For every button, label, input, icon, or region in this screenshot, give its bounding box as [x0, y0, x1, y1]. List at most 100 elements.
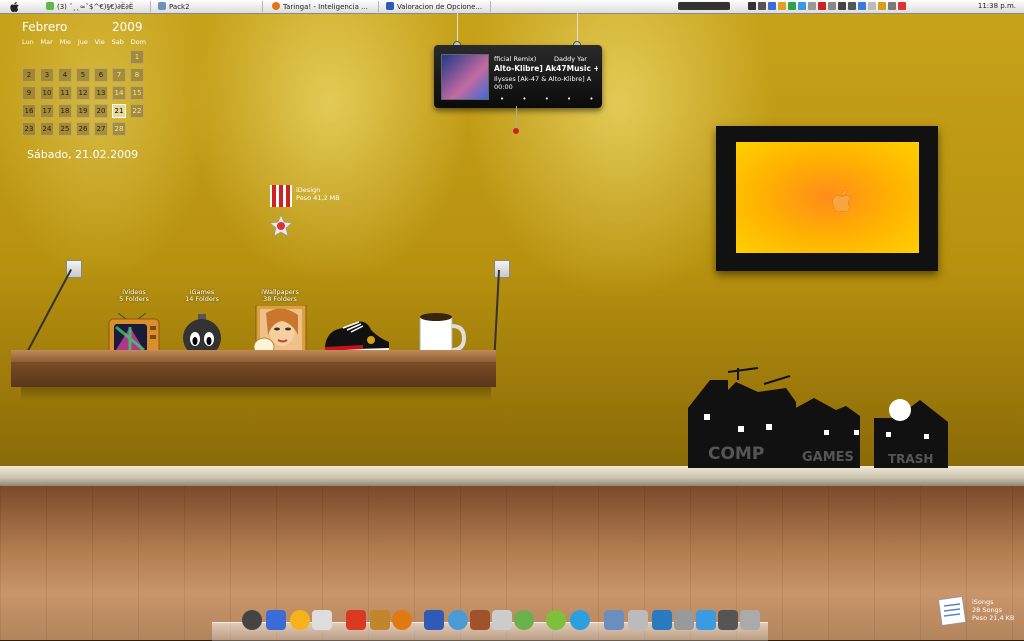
taskbar-tab-valoracion[interactable]: Valoracion de Opcione...: [386, 2, 482, 11]
weekday-label: Mie: [59, 38, 72, 46]
trash-shortcut[interactable]: TRASH: [888, 452, 933, 466]
calendar-day[interactable]: 4: [58, 68, 72, 82]
calendar-day[interactable]: 28: [112, 122, 126, 136]
text-edit-icon[interactable]: [628, 610, 648, 630]
calendar-day[interactable]: 17: [40, 104, 54, 118]
search-icon: [888, 2, 896, 10]
calendar-day[interactable]: 19: [76, 104, 90, 118]
track-album: Ilysses [Ak-47 & Alto-Klibre] A: [494, 75, 592, 83]
separator: [262, 1, 263, 12]
home-icon[interactable]: [492, 610, 512, 630]
games-shortcut[interactable]: GAMES: [802, 450, 854, 465]
calendar-day[interactable]: 26: [76, 122, 90, 136]
baseboard: [0, 466, 1024, 486]
paint-icon[interactable]: [604, 610, 624, 630]
ivideos-label: iVideos 5 Folders: [119, 288, 149, 303]
shelf-front: [11, 362, 496, 387]
opera-icon: [898, 2, 906, 10]
calendar-day[interactable]: 12: [76, 86, 90, 100]
menubar-clock[interactable]: 11:38 p.m.: [978, 2, 1016, 10]
wrench-icon: [878, 2, 886, 10]
media-controls[interactable]: [678, 2, 732, 11]
weekday-label: Sab: [111, 38, 124, 46]
isongs-file[interactable]: [938, 594, 968, 626]
separator: [490, 1, 491, 12]
calendar-day[interactable]: 5: [76, 68, 90, 82]
globe-icon[interactable]: [448, 610, 468, 630]
shelf-shadow: [21, 387, 491, 401]
taskbar-tab-messenger[interactable]: (3) ˇ˛˛≈ˇ$^€)§€)∂Ë∂Ë: [46, 2, 133, 11]
trash-icon[interactable]: [740, 610, 760, 630]
folder-icon[interactable]: [696, 610, 716, 630]
calendar-day[interactable]: 6: [94, 68, 108, 82]
messenger-icon: [46, 2, 54, 10]
calendar-day[interactable]: 22: [130, 104, 144, 118]
calendar-day[interactable]: 7: [112, 68, 126, 82]
mail-icon[interactable]: [424, 610, 444, 630]
wall-shelf: [11, 350, 496, 401]
calendar-day[interactable]: 18: [58, 104, 72, 118]
firefox-icon[interactable]: [392, 610, 412, 630]
isongs-label: iSongs 28 Songs Peso 21,4 KB: [972, 598, 1015, 622]
power-outlet: [494, 260, 510, 278]
earth-icon[interactable]: [514, 610, 534, 630]
messenger-tray-icon: [858, 2, 866, 10]
calendar-year: 2009: [112, 20, 143, 34]
calendar-day[interactable]: 3: [40, 68, 54, 82]
weekday-label: Jue: [77, 38, 88, 46]
calendar-day[interactable]: 20: [94, 104, 108, 118]
calendar-day[interactable]: 13: [94, 86, 108, 100]
calendar-day[interactable]: 1: [130, 50, 144, 64]
calendar-day[interactable]: 25: [58, 122, 72, 136]
calendar-day[interactable]: 15: [130, 86, 144, 100]
taskbar-tab-pack2[interactable]: Pack2: [158, 2, 190, 11]
calendar-day[interactable]: 8: [130, 68, 144, 82]
update-icon: [788, 2, 796, 10]
weekday-label: Mar: [40, 38, 53, 46]
itunes-widget[interactable]: fficial Remix) Daddy Yar Alto-Klibre] Ak4…: [434, 45, 602, 108]
calendar-day[interactable]: 21: [112, 104, 126, 118]
apple-menu-icon[interactable]: [10, 2, 19, 14]
download-icon[interactable]: [346, 610, 366, 630]
separator: [378, 1, 379, 12]
calendar-day[interactable]: 10: [40, 86, 54, 100]
top-menubar: (3) ˇ˛˛≈ˇ$^€)§€)∂Ë∂Ë Pack2 Taringa! - In…: [0, 0, 1024, 14]
idesign-label: iDesign Peso 41,2 MB: [296, 186, 340, 202]
medal-icon: [269, 185, 293, 237]
pull-cord-knob[interactable]: [513, 128, 519, 134]
system-tray[interactable]: [748, 2, 908, 11]
calendar-day[interactable]: 9: [22, 86, 36, 100]
album-art: [441, 54, 489, 100]
rating-dots[interactable]: • • • • •: [500, 95, 602, 103]
taskbar-tab-taringa[interactable]: Taringa! - Inteligencia ...: [272, 2, 368, 11]
comp-shortcut[interactable]: COMP: [708, 444, 764, 464]
picture-canvas: [736, 142, 919, 253]
system-icon[interactable]: [312, 610, 332, 630]
network-icon[interactable]: [652, 610, 672, 630]
aim-icon[interactable]: [290, 610, 310, 630]
calendar-day[interactable]: 14: [112, 86, 126, 100]
power-icon[interactable]: [242, 610, 262, 630]
itunes-icon[interactable]: [718, 610, 738, 630]
weekday-label: Vie: [94, 38, 105, 46]
tray-app-icon: [748, 2, 756, 10]
printer-icon[interactable]: [674, 610, 694, 630]
apple-logo-icon: [832, 190, 852, 212]
media-control-bar-icon: [678, 2, 730, 10]
firewall-icon[interactable]: [370, 610, 390, 630]
track-title: fficial Remix) Daddy Yar: [494, 55, 587, 63]
chest-icon[interactable]: [470, 610, 490, 630]
idesign-folder[interactable]: [266, 185, 296, 240]
calendar-day[interactable]: 24: [40, 122, 54, 136]
calendar-day[interactable]: 16: [22, 104, 36, 118]
messenger-icon[interactable]: [570, 610, 590, 630]
monitor-icon[interactable]: [266, 610, 286, 630]
calendar-day[interactable]: 23: [22, 122, 36, 136]
calendar-weekdays: Lun Mar Mie Jue Vie Sab Dom: [22, 38, 146, 46]
calendar-day[interactable]: 11: [58, 86, 72, 100]
pause-icon[interactable]: [546, 610, 566, 630]
firefox-icon: [272, 2, 280, 10]
calendar-day[interactable]: 2: [22, 68, 36, 82]
weather-icon: [778, 2, 786, 10]
calendar-day[interactable]: 27: [94, 122, 108, 136]
